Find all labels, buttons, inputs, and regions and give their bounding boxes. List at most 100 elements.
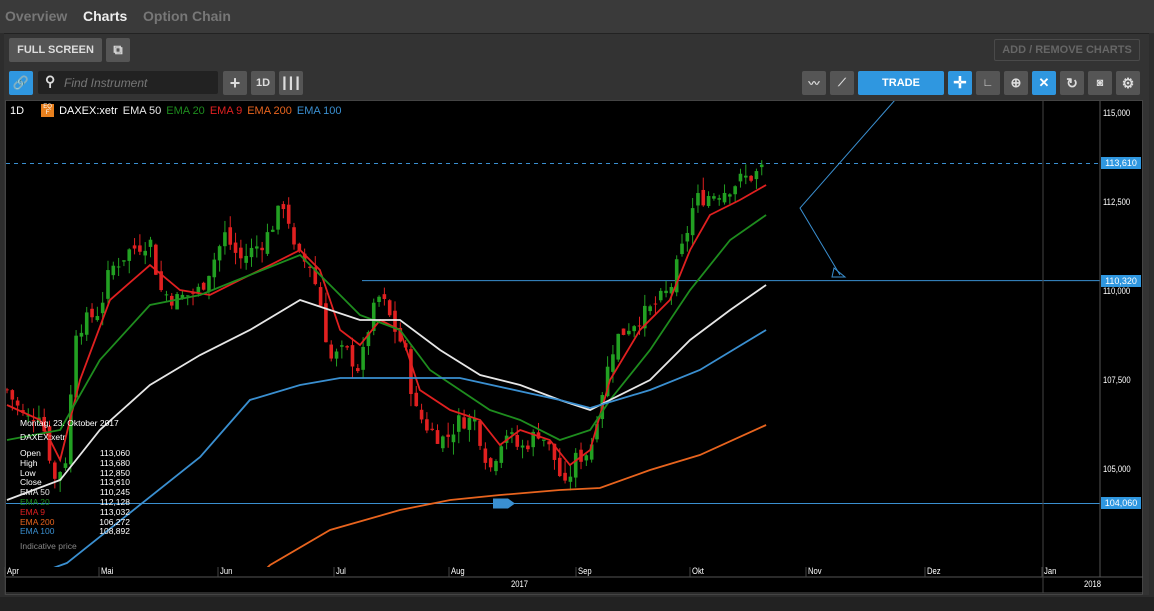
candle-body — [520, 445, 525, 448]
info-row: EMA 50 110,245 — [20, 487, 130, 497]
candle-body — [510, 432, 514, 434]
info-value: 108,892 — [99, 526, 130, 537]
y-tick-label: 105,000 — [1103, 464, 1131, 474]
candle-body — [759, 164, 764, 168]
candle-body — [743, 175, 748, 178]
candle-body — [90, 308, 94, 318]
candle-body — [637, 325, 642, 327]
candle-body — [467, 417, 472, 430]
info-label: Low — [20, 467, 36, 478]
candle-body — [127, 249, 132, 261]
x-tick-label: Mai — [101, 566, 114, 576]
candle-body — [292, 227, 296, 245]
candle-body — [685, 232, 690, 242]
info-row: Low 112,850 — [20, 468, 130, 478]
legend-item[interactable]: EMA 100 — [297, 105, 342, 117]
candle-body — [387, 300, 392, 316]
candle-body — [95, 316, 100, 321]
price-tag: 110,320 — [1101, 274, 1141, 287]
legend-item[interactable]: EMA 20 — [166, 105, 205, 117]
candle-body — [212, 259, 217, 278]
candle-body — [754, 171, 759, 180]
candle-body — [542, 439, 546, 441]
ema-line-ema-20 — [6, 214, 767, 441]
candle-body — [361, 346, 365, 370]
info-value: 112,128 — [99, 496, 130, 507]
year-label: 2018 — [1084, 579, 1102, 589]
candle-body — [722, 192, 727, 203]
candle-body — [483, 448, 488, 463]
candle-body — [419, 409, 424, 420]
candle-body — [185, 295, 190, 297]
info-label: Open — [20, 448, 41, 458]
x-tick-label: Aug — [451, 566, 465, 576]
candle-body — [664, 290, 668, 294]
info-row: EMA 9 113,032 — [20, 507, 130, 517]
candle-body — [414, 392, 419, 407]
candle-body — [340, 345, 344, 347]
candle-body — [164, 294, 169, 296]
x-tick-label: Sep — [578, 566, 592, 576]
y-tick-label: 110,000 — [1103, 286, 1131, 296]
price-tag: 104,060 — [1101, 497, 1141, 510]
x-tick-label: Okt — [692, 566, 704, 576]
legend-interval: 1D — [10, 104, 25, 117]
info-row: EMA 20 112,128 — [20, 497, 130, 507]
candle-body — [563, 472, 567, 481]
candle-body — [122, 260, 126, 262]
candle-body — [456, 415, 461, 432]
info-row: EMA 100 108,892 — [20, 526, 130, 536]
legend-item[interactable]: EMA 50 — [123, 105, 162, 117]
candle-body — [233, 242, 238, 253]
candle-body — [270, 229, 275, 232]
y-tick-label: 107,500 — [1103, 375, 1131, 385]
candle-body — [15, 400, 20, 406]
y-tick-label: 115,000 — [1103, 108, 1131, 118]
candle-body — [441, 436, 445, 449]
candle-body — [717, 198, 722, 200]
candle-body — [217, 246, 222, 261]
candle-body — [616, 333, 621, 360]
candle-body — [738, 173, 743, 182]
info-instrument: DAXEX:xetr — [20, 432, 66, 442]
legend-item[interactable]: EMA 200 — [247, 105, 292, 117]
candle-body — [701, 189, 706, 206]
candle-body — [648, 306, 652, 312]
candle-body — [207, 275, 211, 292]
info-row: High 113,680 — [20, 458, 130, 468]
candle-body — [276, 205, 280, 230]
x-tick-label: Jul — [336, 566, 346, 576]
candle-body — [696, 193, 700, 206]
candle-body — [239, 247, 243, 259]
candle-body — [175, 294, 179, 310]
candle-body — [10, 390, 15, 400]
candle-body — [409, 349, 413, 394]
info-label: EMA 9 — [20, 506, 46, 517]
chart-legend: 1D EQ F DAXEX:xetr EMA 50 EMA 20 EMA 9 EMA … — [10, 104, 342, 117]
candle-body — [111, 265, 116, 276]
candle-body — [488, 458, 493, 468]
candle-body — [706, 195, 711, 206]
candle-body — [138, 245, 142, 252]
candle-body — [462, 417, 466, 429]
candle-body — [494, 461, 498, 472]
candle-body — [265, 232, 270, 254]
info-value: 113,680 — [99, 457, 130, 468]
candle-body — [749, 175, 753, 181]
candle-body — [377, 296, 381, 302]
candle-body — [680, 243, 684, 255]
legend-instrument: DAXEX:xetr — [59, 104, 118, 117]
price-chart — [4, 101, 1143, 594]
candle-body — [244, 255, 248, 263]
legend-item[interactable]: EMA 9 — [210, 105, 242, 117]
candle-body — [627, 330, 631, 335]
candle-body — [382, 294, 387, 299]
year-label: 2017 — [511, 579, 529, 589]
x-tick-label: Jan — [1044, 566, 1057, 576]
info-label: EMA 200 — [20, 516, 55, 527]
info-row: EMA 200 106,272 — [20, 517, 130, 527]
candle-body — [286, 204, 291, 224]
candle-body — [334, 351, 339, 359]
price-tag: 113,610 — [1101, 157, 1141, 170]
candle-body — [611, 354, 615, 372]
